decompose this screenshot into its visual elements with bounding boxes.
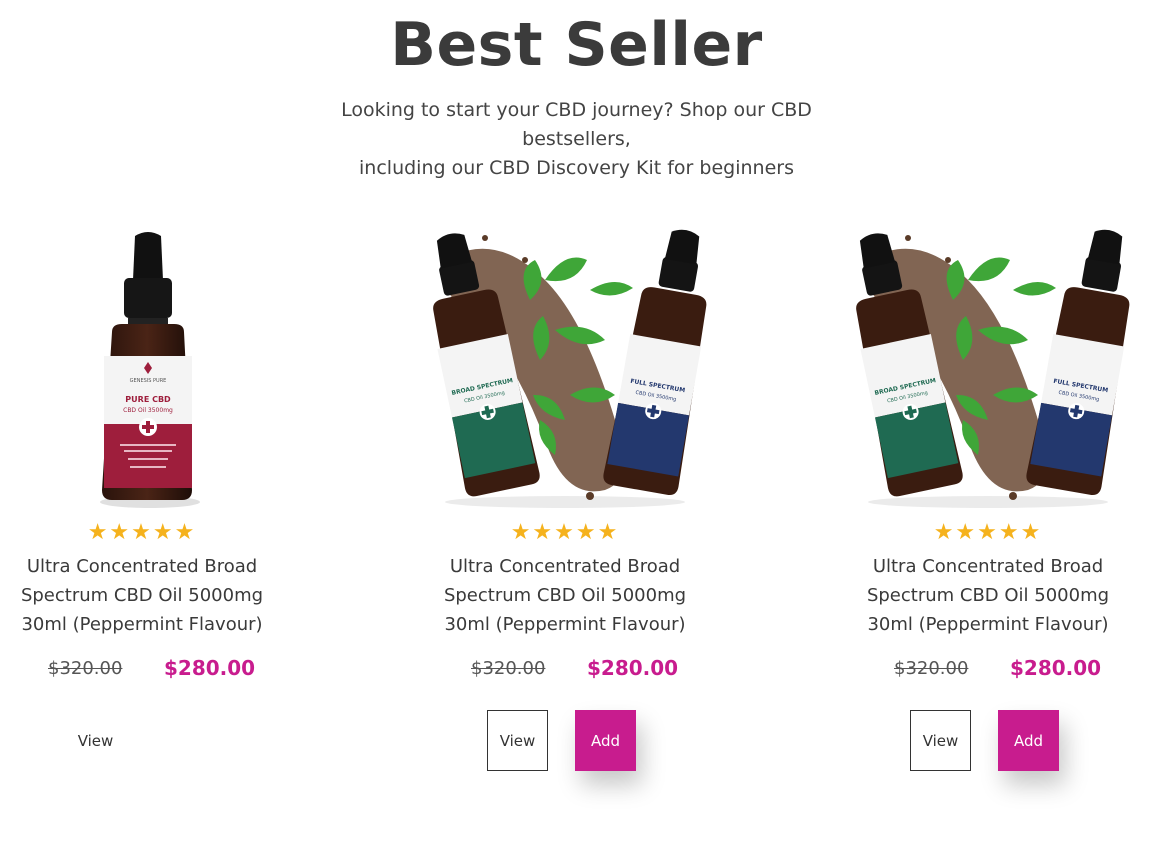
sale-price: $280.00 — [587, 656, 679, 680]
product-name[interactable]: Ultra Concentrated Broad Spectrum CBD Oi… — [415, 552, 715, 639]
product-name-line: Ultra Concentrated Broad — [872, 556, 1104, 577]
product-card: BROAD SPECTRUM CBD Oil 3500mg FULL SPECT… — [838, 220, 1138, 800]
label-title-text: PURE CBD — [125, 395, 171, 404]
product-name-line: Ultra Concentrated Broad — [26, 556, 258, 577]
original-price: $320.00 — [894, 658, 969, 679]
add-to-cart-button[interactable]: Add — [998, 710, 1059, 771]
product-card: GENESIS PURE PURE CBD CBD Oil 3500mg ★★★… — [0, 220, 292, 800]
subtitle-line-2: including our CBD Discovery Kit for begi… — [359, 157, 794, 179]
sale-price: $280.00 — [164, 656, 256, 680]
label-brand-text: GENESIS PURE — [130, 378, 167, 384]
product-image[interactable]: BROAD SPECTRUM CBD Oil 3500mg FULL SPECT… — [838, 220, 1138, 510]
rating-stars: ★★★★★ — [510, 520, 620, 545]
section-subtitle: Looking to start your CBD journey? Shop … — [300, 96, 853, 183]
subtitle-line-1: Looking to start your CBD journey? Shop … — [341, 99, 812, 150]
original-price: $320.00 — [471, 658, 546, 679]
product-name[interactable]: Ultra Concentrated Broad Spectrum CBD Oi… — [0, 552, 292, 639]
add-to-cart-button[interactable]: Add — [575, 710, 636, 771]
product-name-line: 30ml (Peppermint Flavour) — [444, 614, 686, 635]
view-button[interactable]: View — [65, 710, 126, 771]
product-name-line: Spectrum CBD Oil 5000mg — [866, 585, 1110, 606]
product-name-line: 30ml (Peppermint Flavour) — [21, 614, 263, 635]
product-card: BROAD SPECTRUM CBD Oil 3500mg FULL SPECT… — [415, 220, 715, 800]
sale-price: $280.00 — [1010, 656, 1102, 680]
product-name-line: Spectrum CBD Oil 5000mg — [20, 585, 264, 606]
product-name-line: Spectrum CBD Oil 5000mg — [443, 585, 687, 606]
rating-stars: ★★★★★ — [933, 520, 1043, 545]
product-image[interactable]: BROAD SPECTRUM CBD Oil 3500mg FULL SPECT… — [415, 220, 715, 510]
original-price: $320.00 — [48, 658, 123, 679]
product-name[interactable]: Ultra Concentrated Broad Spectrum CBD Oi… — [838, 552, 1138, 639]
product-image[interactable]: GENESIS PURE PURE CBD CBD Oil 3500mg — [0, 220, 292, 510]
label-sub-text: CBD Oil 3500mg — [123, 407, 173, 414]
view-button[interactable]: View — [487, 710, 548, 771]
section-title: Best Seller — [390, 10, 763, 80]
product-name-line: Ultra Concentrated Broad — [449, 556, 681, 577]
product-name-line: 30ml (Peppermint Flavour) — [867, 614, 1109, 635]
rating-stars: ★★★★★ — [87, 520, 197, 545]
view-button[interactable]: View — [910, 710, 971, 771]
